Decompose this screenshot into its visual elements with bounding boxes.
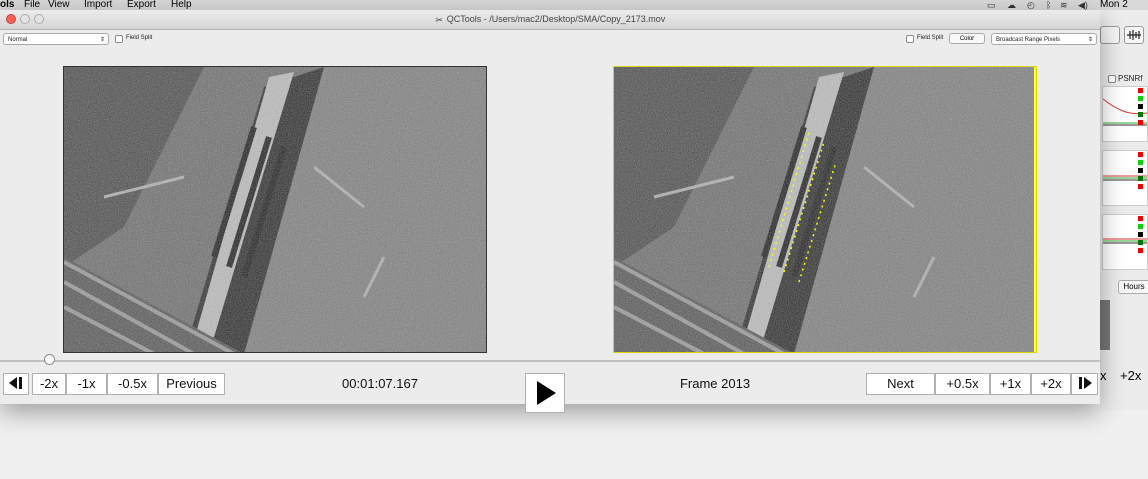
step-back-button[interactable]	[3, 373, 29, 395]
speed-minus1x-button[interactable]: -1x	[66, 373, 107, 395]
title-bar: ✂ QCTools - /Users/mac2/Desktop/SMA/Copy_…	[0, 10, 1100, 30]
chevron-updown-icon: ⇕	[99, 37, 105, 43]
right-field-split-checkbox[interactable]	[906, 35, 914, 43]
frame-label: Frame 2013	[679, 376, 751, 391]
background-window: PSNRf Hours x +2x	[1100, 10, 1148, 410]
waveform-icon[interactable]	[1124, 26, 1144, 44]
legend-swatch	[1138, 160, 1143, 165]
left-mode-value: Normal	[8, 37, 28, 43]
movie-file-icon: ✂	[435, 15, 443, 25]
previous-button[interactable]: Previous	[158, 373, 225, 395]
chevron-updown-icon: ⇕	[1087, 37, 1093, 43]
right-video-image	[614, 67, 1036, 352]
legend-swatch	[1138, 112, 1143, 117]
right-video-frame[interactable]	[613, 66, 1037, 353]
left-field-split-label: Field Split	[126, 35, 153, 41]
right-filter-select[interactable]: Broadcast Range Pixels ⇕	[991, 33, 1097, 45]
left-video-image	[64, 67, 486, 352]
speed-plus05x-button[interactable]: +0.5x	[935, 373, 990, 395]
speed-plus1x-button[interactable]: +1x	[990, 373, 1031, 395]
menu-import[interactable]: Import	[84, 0, 112, 10]
step-forward-button[interactable]	[1071, 373, 1098, 395]
cloud-icon[interactable]: ☁	[1007, 0, 1016, 10]
legend-swatch	[1138, 184, 1143, 189]
legend-swatch	[1138, 224, 1143, 229]
background-thumbnail	[1100, 300, 1110, 350]
speed-plus2x-button[interactable]: +2x	[1031, 373, 1071, 395]
legend-swatch	[1138, 232, 1143, 237]
legend-swatch	[1138, 248, 1143, 253]
stack-icon[interactable]	[1100, 26, 1120, 44]
legend-swatch	[1138, 96, 1143, 101]
volume-icon[interactable]: ◀)	[1078, 0, 1088, 10]
color-button[interactable]: Color	[949, 33, 985, 44]
menu-view[interactable]: View	[48, 0, 70, 10]
playback-window: ✂ QCTools - /Users/mac2/Desktop/SMA/Copy_…	[0, 10, 1100, 413]
legend-swatch	[1138, 88, 1143, 93]
next-button[interactable]: Next	[866, 373, 935, 395]
menu-export[interactable]: Export	[127, 0, 156, 10]
bg-speed-label: x	[1100, 368, 1107, 383]
menu-file[interactable]: File	[24, 0, 40, 10]
play-button[interactable]	[525, 373, 565, 413]
timecode: 00:01:07.167	[342, 376, 418, 391]
legend-swatch	[1138, 168, 1143, 173]
right-field-split-label: Field Split	[917, 35, 944, 41]
timeline-knob[interactable]	[43, 354, 55, 365]
speed-minus2x-button[interactable]: -2x	[32, 373, 66, 395]
legend-swatch	[1138, 104, 1143, 109]
step-forward-icon	[1078, 377, 1092, 389]
airplay-icon[interactable]: ▭	[987, 0, 996, 10]
psnr-checkbox[interactable]	[1108, 75, 1116, 83]
wifi-icon[interactable]: ≋	[1060, 0, 1068, 10]
step-back-icon	[9, 377, 22, 389]
left-field-split-checkbox[interactable]	[115, 35, 123, 43]
bluetooth-icon[interactable]: ᛒ	[1046, 0, 1051, 10]
right-filter-value: Broadcast Range Pixels	[996, 37, 1061, 43]
window-title: QCTools - /Users/mac2/Desktop/SMA/Copy_2…	[446, 14, 666, 24]
menubar-clock[interactable]: Mon 2	[1100, 0, 1128, 10]
left-video-frame[interactable]	[63, 66, 487, 353]
app-menu[interactable]: ols	[0, 0, 14, 10]
left-mode-select[interactable]: Normal ⇕	[3, 33, 109, 45]
speed-minus05x-button[interactable]: -0.5x	[107, 373, 158, 395]
legend-swatch	[1138, 120, 1143, 125]
legend-swatch	[1138, 176, 1143, 181]
legend-swatch	[1138, 216, 1143, 221]
time-machine-icon[interactable]: ◴	[1027, 0, 1035, 10]
play-icon	[537, 381, 556, 405]
legend-swatch	[1138, 152, 1143, 157]
timeline-track[interactable]	[0, 360, 1100, 362]
bg-plus2x-button[interactable]: +2x	[1120, 368, 1141, 383]
hours-button[interactable]: Hours	[1118, 280, 1148, 294]
menu-help[interactable]: Help	[171, 0, 192, 10]
psnr-label: PSNRf	[1118, 74, 1143, 83]
legend-swatch	[1138, 240, 1143, 245]
